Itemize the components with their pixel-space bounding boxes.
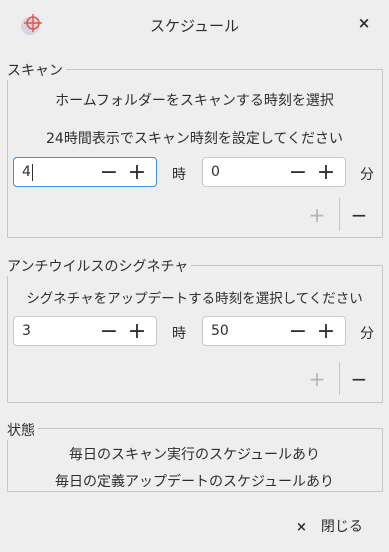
signature-hour-value[interactable]: 3 [22,323,31,339]
signature-add-schedule-button[interactable]: + [306,368,328,390]
scan-hour-value[interactable]: 4 [22,164,31,180]
close-window-icon[interactable]: × [355,14,373,32]
signature-minute-value[interactable]: 50 [211,323,229,339]
scan-heading: ホームフォルダーをスキャンする時刻を選択 [55,93,334,109]
status-update-message: 毎日の定義アップデートのスケジュールあり [54,474,335,490]
scan-minute-unit: 分 [360,167,374,183]
scan-minute-decrement-button[interactable]: − [287,162,309,184]
signature-minute-spinbox[interactable]: 50 − + [202,316,346,346]
scan-button-separator [339,198,340,231]
text-cursor [32,164,33,181]
close-button[interactable]: × 閉じる [296,516,363,536]
scan-hour-decrement-button[interactable]: − [98,162,120,184]
scan-minute-increment-button[interactable]: + [315,162,337,184]
title-bar: スケジュール × [0,0,389,48]
signature-minute-unit: 分 [360,326,374,342]
signature-hour-decrement-button[interactable]: − [98,321,120,343]
scan-hint: 24時間表示でスキャン時刻を設定してください [46,131,343,147]
signature-minute-increment-button[interactable]: + [315,321,337,343]
close-icon: × [296,520,307,535]
signature-legend: アンチウイルスのシグネチャ [7,256,192,276]
scan-hour-increment-button[interactable]: + [126,162,148,184]
signature-minute-decrement-button[interactable]: − [287,321,309,343]
scan-minute-value[interactable]: 0 [211,164,220,180]
scan-hour-spinbox[interactable]: 4 − + [13,157,157,187]
signature-hour-spinbox[interactable]: 3 − + [13,316,157,346]
signature-hour-unit: 時 [172,326,186,342]
window-title: スケジュール [150,17,239,35]
close-button-label: 閉じる [320,519,363,535]
scan-hour-unit: 時 [172,167,186,183]
status-scan-message: 毎日のスキャン実行のスケジュールあり [68,447,321,463]
scan-legend: スキャン [7,60,66,80]
signature-button-separator [339,362,340,395]
scan-remove-schedule-button[interactable]: − [348,204,370,226]
scan-add-schedule-button[interactable]: + [306,204,328,226]
scan-minute-spinbox[interactable]: 0 − + [202,157,346,187]
status-legend: 状態 [7,420,38,440]
signature-heading: シグネチャをアップデートする時刻を選択してください [26,291,363,307]
signature-remove-schedule-button[interactable]: − [348,368,370,390]
signature-hour-increment-button[interactable]: + [126,321,148,343]
